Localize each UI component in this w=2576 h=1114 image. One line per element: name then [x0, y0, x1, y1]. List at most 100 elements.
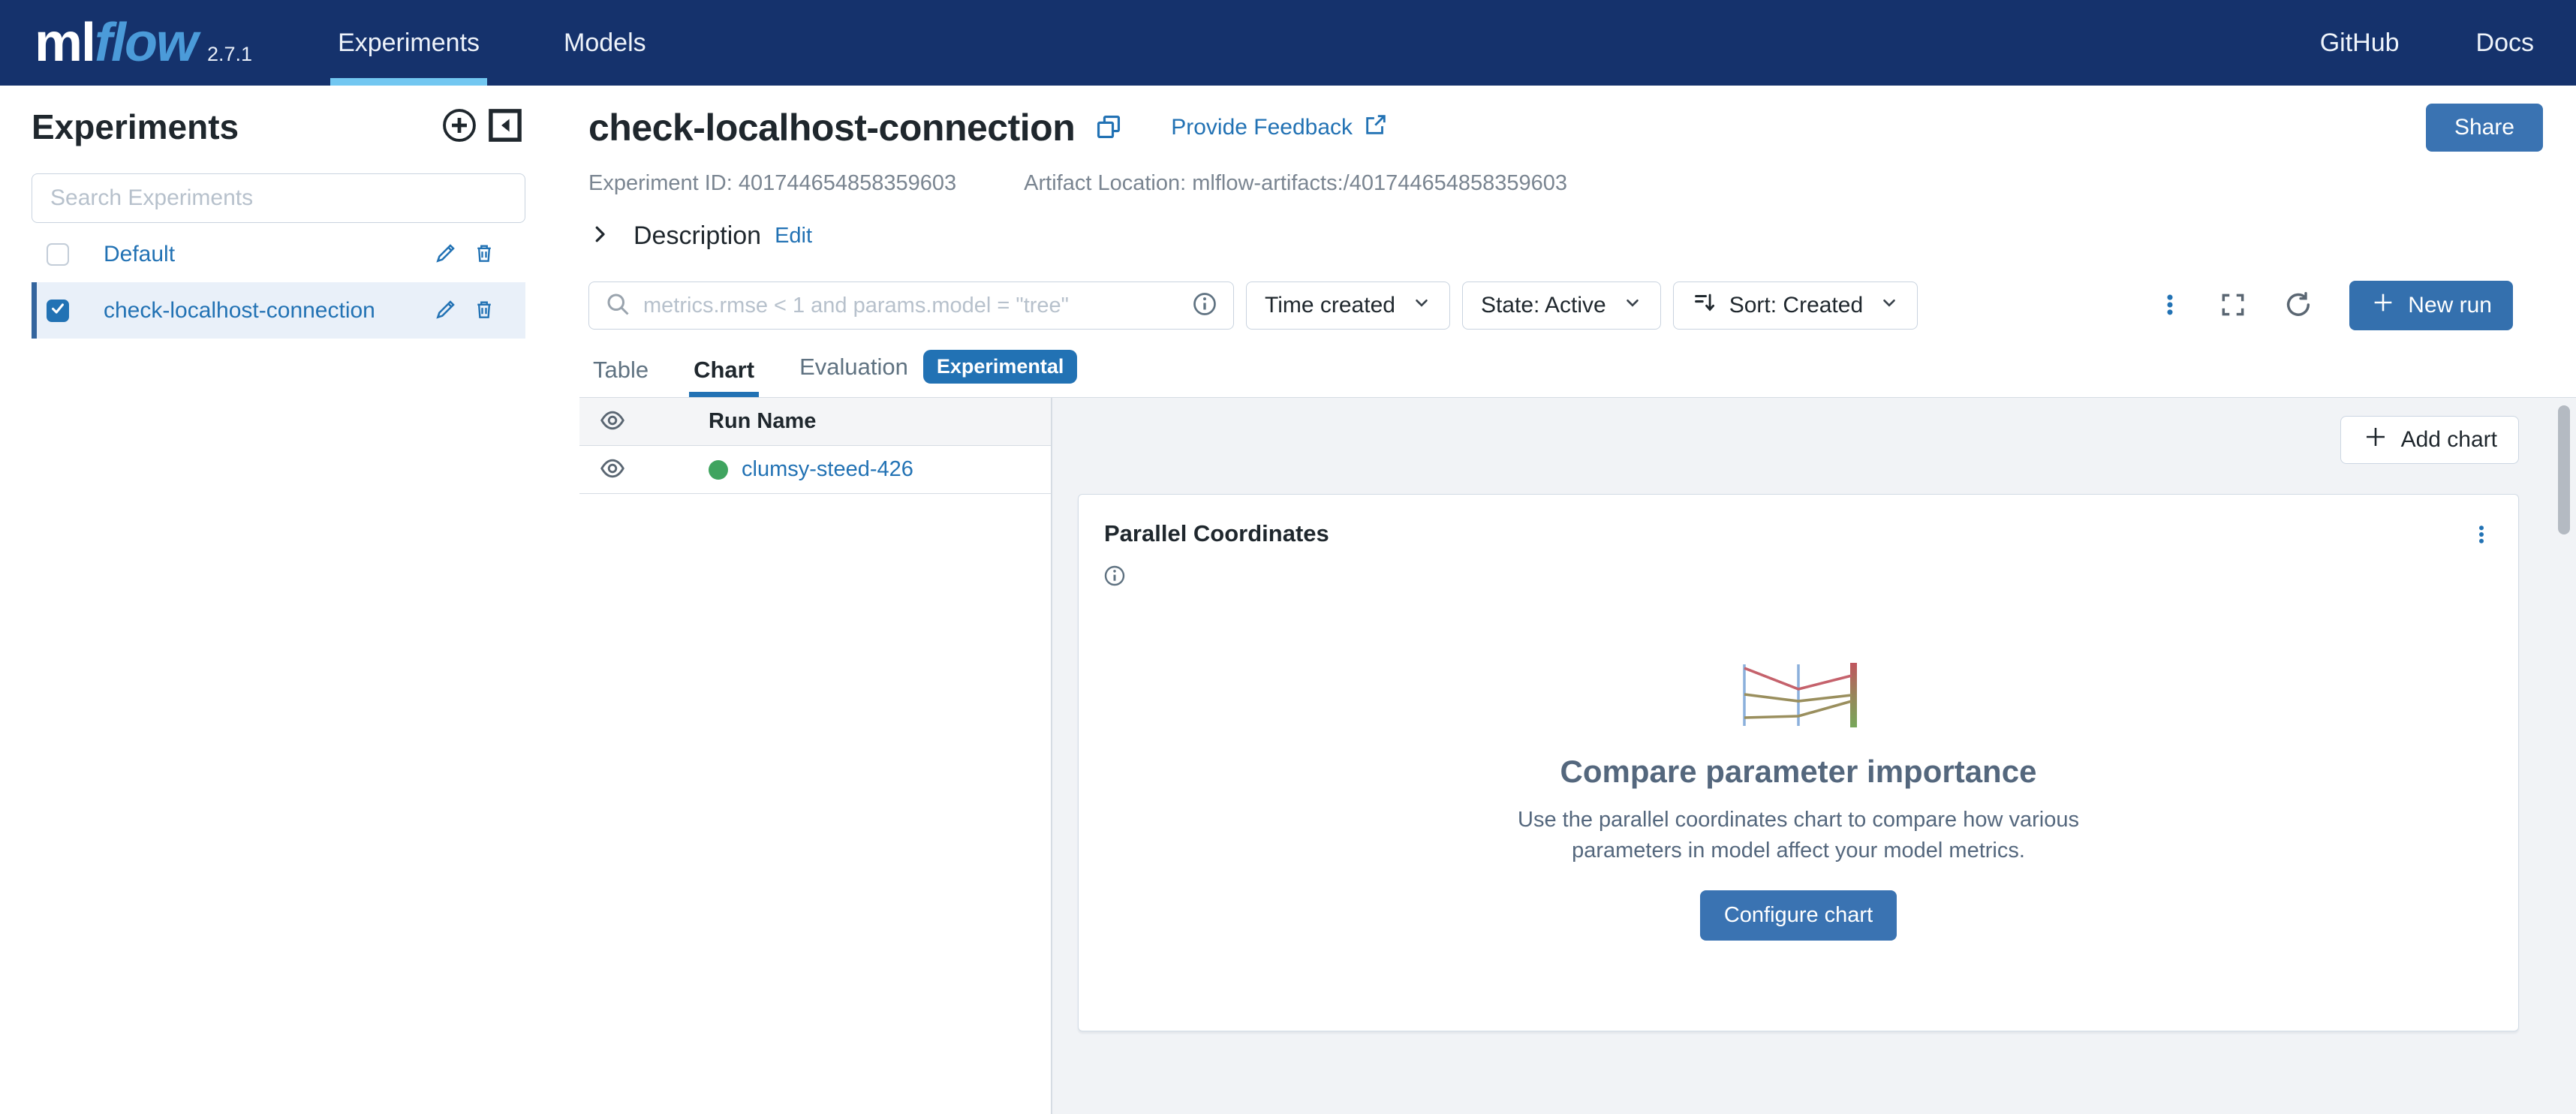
charts-panel: Add chart Parallel Coordinates: [1051, 398, 2576, 1114]
plus-icon: [2370, 290, 2396, 321]
filter-info-icon[interactable]: [1191, 291, 1218, 321]
tab-table[interactable]: Table: [588, 357, 653, 397]
nav-item-github[interactable]: GitHub: [2313, 29, 2407, 58]
delete-experiment-button[interactable]: [473, 297, 495, 324]
chevron-down-icon: [1412, 293, 1431, 318]
table-row[interactable]: clumsy-steed-426: [579, 446, 1051, 494]
copy-title-button[interactable]: [1094, 113, 1123, 143]
fullscreen-button[interactable]: [2219, 291, 2247, 321]
nav-item-models[interactable]: Models: [556, 0, 654, 86]
experiment-row-check-localhost-connection[interactable]: check-localhost-connection: [32, 282, 525, 339]
external-link-icon: [1363, 112, 1389, 143]
view-tabs: Table Chart Evaluation Experimental: [555, 350, 2576, 397]
parallel-coordinates-illustration: [1739, 663, 1858, 733]
search-experiments-input[interactable]: [32, 173, 525, 223]
description-section[interactable]: Description Edit: [588, 221, 2543, 251]
sort-dropdown[interactable]: Sort: Created: [1673, 282, 1918, 330]
experiment-row-default[interactable]: Default: [32, 226, 525, 282]
experiments-list: Default: [32, 226, 525, 339]
runs-table-header: Run Name: [579, 398, 1051, 446]
plus-circle-icon: [440, 106, 479, 147]
sort-descending-icon: [1692, 290, 1717, 321]
provide-feedback-label: Provide Feedback: [1171, 115, 1353, 140]
experiment-id-value: 401744654858359603: [739, 171, 956, 195]
rename-experiment-button[interactable]: [434, 297, 458, 324]
chevron-right-icon: [588, 223, 611, 249]
experiments-sidebar: Experiments: [0, 86, 555, 1114]
runs-filter-input[interactable]: [643, 294, 1191, 318]
checkmark-icon: [50, 300, 66, 321]
chart-card-title: Parallel Coordinates: [1104, 520, 1329, 547]
trash-icon: [473, 297, 495, 324]
plus-icon: [2362, 423, 2389, 456]
runs-toolbar: Time created State: Active Sort: Created: [555, 281, 2576, 330]
provide-feedback-link[interactable]: Provide Feedback: [1171, 112, 1389, 143]
logo-text-flow: flow: [95, 12, 197, 74]
eye-icon: [599, 407, 626, 436]
new-run-button[interactable]: New run: [2349, 281, 2513, 330]
collapse-panel-icon: [485, 105, 525, 148]
collapse-sidebar-button[interactable]: [485, 105, 525, 148]
description-edit-link[interactable]: Edit: [775, 224, 812, 248]
tab-evaluation-label: Evaluation: [799, 354, 908, 381]
fullscreen-icon: [2219, 291, 2247, 321]
top-navbar: mlflow 2.7.1 Experiments Models GitHub D…: [0, 0, 2576, 86]
more-options-button[interactable]: [2157, 292, 2183, 320]
experiment-id-label: Experiment ID:: [588, 171, 733, 195]
chart-info-icon[interactable]: [1103, 564, 1127, 592]
nav-item-docs[interactable]: Docs: [2469, 29, 2541, 58]
primary-nav: Experiments Models: [330, 0, 723, 86]
time-created-label: Time created: [1265, 293, 1395, 318]
experiment-main-view: check-localhost-connection Provide Feedb…: [555, 86, 2576, 1114]
delete-experiment-button[interactable]: [473, 241, 495, 267]
experiment-link[interactable]: check-localhost-connection: [104, 298, 375, 324]
tab-evaluation[interactable]: Evaluation Experimental: [795, 350, 1082, 397]
kebab-menu-icon: [2470, 522, 2493, 549]
copy-icon: [1094, 113, 1123, 143]
run-status-icon: [709, 460, 728, 480]
sort-label: Sort: Created: [1729, 293, 1863, 318]
toggle-visibility-button[interactable]: [599, 455, 626, 484]
artifact-location: Artifact Location: mlflow-artifacts:/401…: [1024, 171, 1567, 196]
experiment-checkbox-checked[interactable]: [47, 300, 69, 322]
add-chart-button[interactable]: Add chart: [2340, 416, 2519, 464]
experiment-link[interactable]: Default: [104, 242, 175, 267]
tab-chart[interactable]: Chart: [689, 357, 759, 397]
add-chart-label: Add chart: [2401, 427, 2497, 453]
new-run-label: New run: [2408, 293, 2492, 318]
logo-text-ml: ml: [35, 12, 95, 74]
chevron-down-icon: [1623, 293, 1642, 318]
eye-icon: [599, 455, 626, 484]
artifact-location-value: mlflow-artifacts:/401744654858359603: [1192, 171, 1567, 195]
create-experiment-button[interactable]: [440, 106, 479, 147]
chart-empty-state-description: Use the parallel coordinates chart to co…: [1461, 805, 2136, 866]
runs-table: Run Name clumsy-steed-426: [579, 398, 1051, 1114]
description-label: Description: [633, 221, 761, 251]
column-header-run-name: Run Name: [709, 409, 816, 434]
pencil-icon: [434, 241, 458, 267]
mlflow-logo[interactable]: mlflow 2.7.1: [35, 12, 252, 74]
experimental-badge: Experimental: [923, 350, 1078, 384]
rename-experiment-button[interactable]: [434, 241, 458, 267]
page-title: check-localhost-connection: [588, 106, 1075, 149]
parallel-coordinates-card: Parallel Coordinates: [1078, 494, 2519, 1031]
artifact-location-label: Artifact Location:: [1024, 171, 1186, 195]
toggle-visibility-all-button[interactable]: [599, 407, 626, 436]
run-name-link[interactable]: clumsy-steed-426: [742, 457, 913, 482]
experiment-checkbox[interactable]: [47, 243, 69, 266]
time-created-dropdown[interactable]: Time created: [1246, 282, 1450, 330]
state-dropdown[interactable]: State: Active: [1462, 282, 1661, 330]
chevron-down-icon: [1879, 293, 1899, 318]
configure-chart-button[interactable]: Configure chart: [1700, 890, 1897, 941]
share-button[interactable]: Share: [2426, 104, 2543, 152]
search-icon: [604, 291, 631, 321]
vertical-scrollbar[interactable]: [2558, 405, 2570, 534]
secondary-nav: GitHub Docs: [2251, 29, 2541, 58]
refresh-button[interactable]: [2283, 290, 2313, 322]
version-label: 2.7.1: [207, 43, 252, 66]
sidebar-title: Experiments: [32, 107, 239, 147]
nav-item-experiments[interactable]: Experiments: [330, 0, 487, 86]
experiment-id: Experiment ID: 401744654858359603: [588, 171, 956, 196]
trash-icon: [473, 241, 495, 267]
chart-card-menu-button[interactable]: [2470, 522, 2493, 549]
